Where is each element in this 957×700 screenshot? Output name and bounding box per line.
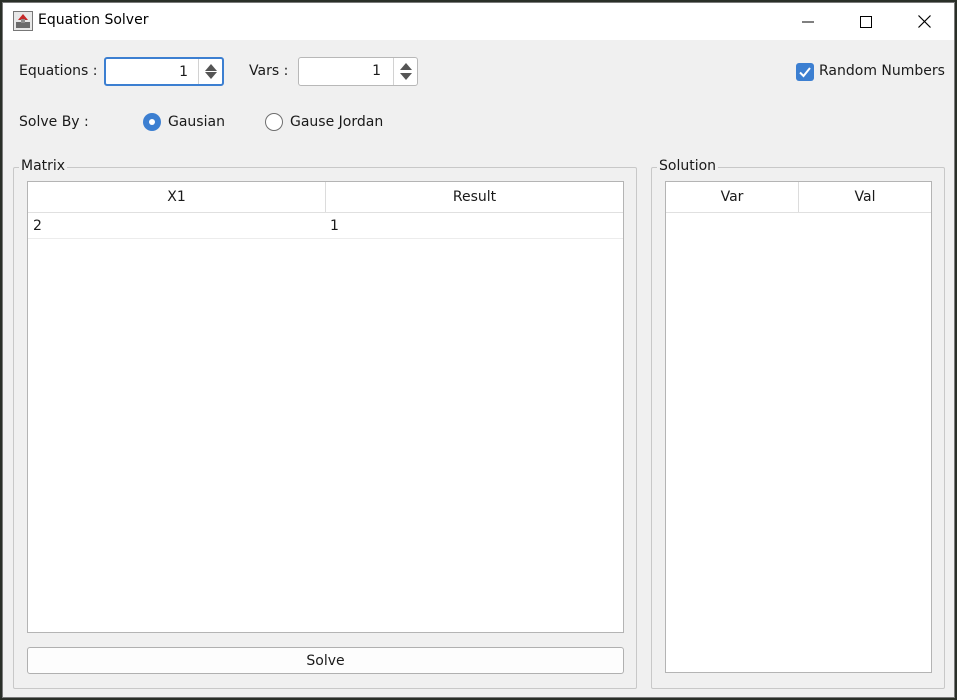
solution-table-header: Var Val bbox=[666, 182, 931, 213]
close-button[interactable] bbox=[901, 3, 947, 40]
app-icon bbox=[13, 11, 33, 31]
column-header-x1[interactable]: X1 bbox=[28, 182, 325, 212]
minimize-button[interactable] bbox=[785, 3, 831, 40]
random-numbers-checkbox[interactable] bbox=[796, 63, 814, 81]
arrow-down-icon[interactable] bbox=[400, 73, 412, 80]
checkmark-icon bbox=[799, 67, 811, 78]
random-numbers-label[interactable]: Random Numbers bbox=[819, 63, 945, 79]
matrix-table[interactable]: X1 Result 2 1 bbox=[27, 181, 624, 633]
vars-label: Vars : bbox=[249, 63, 289, 79]
maximize-button[interactable] bbox=[843, 3, 889, 40]
table-row[interactable]: 2 1 bbox=[28, 213, 623, 239]
solve-button[interactable]: Solve bbox=[27, 647, 624, 674]
gausian-radio[interactable] bbox=[143, 113, 161, 131]
vars-spinner[interactable]: 1 bbox=[298, 57, 418, 86]
gauss-jordan-label[interactable]: Gause Jordan bbox=[290, 114, 383, 130]
gauss-jordan-radio[interactable] bbox=[265, 113, 283, 131]
maximize-icon bbox=[860, 15, 872, 28]
equations-label: Equations : bbox=[19, 63, 98, 79]
equation-solver-window: Equation Solver Equations : 1 Vars : 1 R… bbox=[2, 2, 955, 698]
column-header-val[interactable]: Val bbox=[798, 182, 931, 212]
arrow-up-icon[interactable] bbox=[400, 63, 412, 70]
table-cell[interactable]: 1 bbox=[325, 213, 623, 238]
arrow-down-icon[interactable] bbox=[205, 72, 217, 79]
equations-value: 1 bbox=[179, 64, 188, 80]
vars-spinner-arrows[interactable] bbox=[393, 58, 417, 85]
title-bar[interactable]: Equation Solver bbox=[3, 3, 954, 40]
minimize-icon bbox=[802, 21, 814, 22]
table-cell[interactable]: 2 bbox=[28, 213, 325, 238]
equations-spinner[interactable]: 1 bbox=[104, 57, 224, 86]
matrix-group-title: Matrix bbox=[19, 158, 68, 174]
equations-spinner-arrows[interactable] bbox=[198, 59, 222, 84]
solve-by-label: Solve By : bbox=[19, 114, 89, 130]
column-header-var[interactable]: Var bbox=[666, 182, 798, 212]
solution-table[interactable]: Var Val bbox=[665, 181, 932, 673]
arrow-up-icon[interactable] bbox=[205, 64, 217, 71]
solution-group-title: Solution bbox=[657, 158, 719, 174]
gausian-label[interactable]: Gausian bbox=[168, 114, 225, 130]
column-header-result[interactable]: Result bbox=[325, 182, 623, 212]
close-icon bbox=[917, 15, 931, 28]
vars-value: 1 bbox=[372, 63, 381, 79]
matrix-table-header: X1 Result bbox=[28, 182, 623, 213]
window-title: Equation Solver bbox=[38, 12, 149, 28]
